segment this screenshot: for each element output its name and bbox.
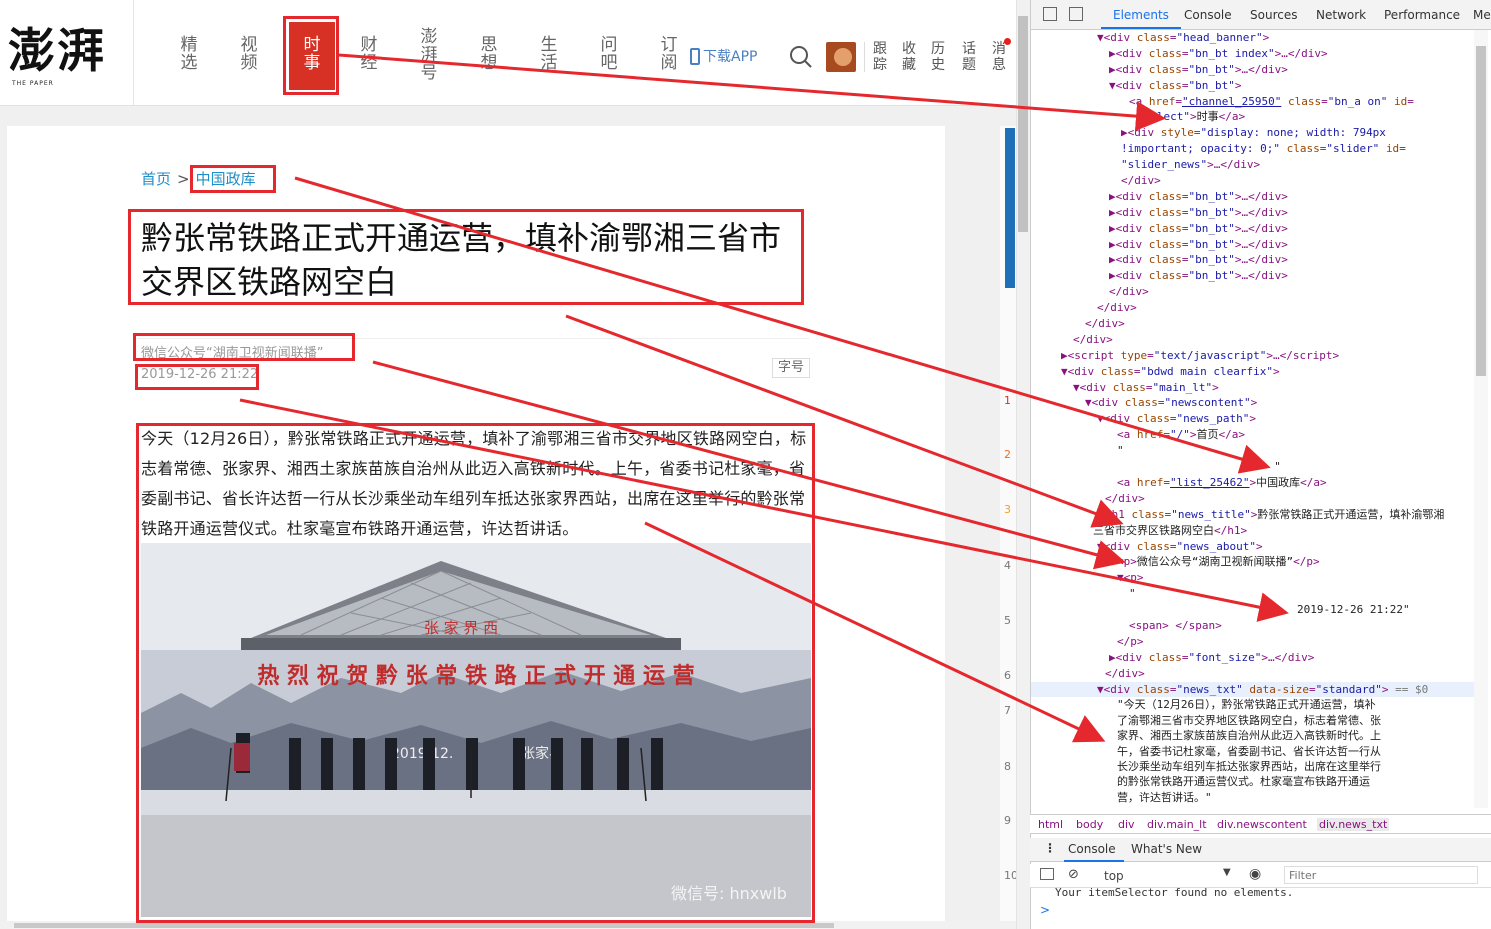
chevron-down-icon[interactable]: ▼ <box>1223 867 1231 878</box>
site-logo[interactable]: 澎湃 THE PAPER <box>8 26 116 88</box>
rank-number: 3 <box>1004 503 1011 516</box>
tab-more[interactable]: Me <box>1473 8 1491 22</box>
breadcrumb-channel[interactable]: 中国政库 <box>196 170 256 188</box>
article-body: 今天（12月26日），黔张常铁路正式开通运营，填补了渝鄂湘三省市交界地区铁路网空… <box>141 429 807 538</box>
tab-performance[interactable]: Performance <box>1384 8 1460 22</box>
crumb-newscontent[interactable]: div.newscontent <box>1217 818 1307 831</box>
rank-number: 5 <box>1004 614 1011 627</box>
crumb-main-lt[interactable]: div.main_lt <box>1147 818 1207 831</box>
tab-elements[interactable]: Elements <box>1113 8 1169 22</box>
nav-item-wenba[interactable]: 问吧 <box>598 36 620 72</box>
download-app-label: 下载APP <box>703 49 758 65</box>
kebab-menu-icon[interactable]: ⋮ <box>1044 841 1056 855</box>
download-app-link[interactable]: 下载APP <box>690 46 757 66</box>
devtools-scroll-thumb[interactable] <box>1476 46 1486 376</box>
rank-number: 7 <box>1004 704 1011 717</box>
console-toolbar: ⊘ top ▼ ◉ <box>1030 864 1491 888</box>
drawer-tab-console[interactable]: Console <box>1068 842 1116 856</box>
notification-dot <box>1004 38 1011 45</box>
font-size-button[interactable]: 字号 <box>772 358 810 378</box>
console-message: Your itemSelector found no elements. <box>1055 886 1294 899</box>
logo-subtext: THE PAPER <box>12 80 54 87</box>
nav-item-shipin[interactable]: 视频 <box>238 36 260 72</box>
active-tab-indicator <box>1101 27 1181 29</box>
article-photo: 张 家 界 西 热 烈 祝 贺 黔 张 常 铁 路 正 式 开 通 运 营 20… <box>141 543 811 917</box>
logo-text: 澎湃 <box>8 24 106 79</box>
logo-divider <box>133 0 134 106</box>
rank-number: 9 <box>1004 814 1011 827</box>
article-date: 2019-12-26 21:22 <box>141 367 259 382</box>
browser-page: 澎湃 THE PAPER 精选 视频 时事 财经 澎湃号 思想 生活 问吧 订阅… <box>0 0 1016 929</box>
title-divider <box>137 338 809 339</box>
nav-item-jingxuan[interactable]: 精选 <box>178 36 200 72</box>
nav-item-caijing[interactable]: 财经 <box>358 36 380 72</box>
context-select[interactable]: top <box>1104 869 1124 883</box>
side-item-lishi[interactable]: 历史 <box>930 41 946 73</box>
phone-icon <box>690 47 700 65</box>
devtools-panel: Elements Console Sources Network Perform… <box>1030 0 1491 929</box>
nav-item-pengpaihao[interactable]: 澎湃号 <box>418 28 440 82</box>
ceremony-photo: 张 家 界 西 热 烈 祝 贺 黔 张 常 铁 路 正 式 开 通 运 营 20… <box>141 543 811 917</box>
drawer-tab-whats-new[interactable]: What's New <box>1131 842 1202 856</box>
photo-watermark: 微信号: hnxwlb <box>671 884 787 903</box>
clear-console-icon[interactable]: ⊘ <box>1068 867 1079 882</box>
nav-item-shishi[interactable]: 时事 <box>301 36 323 72</box>
device-toggle-icon[interactable] <box>1069 7 1083 21</box>
crumb-div[interactable]: div <box>1118 818 1135 831</box>
side-item-huati[interactable]: 话题 <box>961 41 977 73</box>
console-filter-input[interactable] <box>1284 866 1478 884</box>
search-icon[interactable] <box>786 42 816 72</box>
drawer-tab-indicator <box>1064 860 1124 862</box>
breadcrumb-home[interactable]: 首页 <box>141 170 171 188</box>
rank-number: 4 <box>1004 559 1011 572</box>
sidebar-toggle-icon[interactable] <box>1040 868 1054 880</box>
crumb-body[interactable]: body <box>1076 818 1103 831</box>
user-avatar[interactable] <box>826 42 856 72</box>
horizontal-scroll-thumb[interactable] <box>14 923 834 928</box>
site-header: 澎湃 THE PAPER 精选 视频 时事 财经 澎湃号 思想 生活 问吧 订阅… <box>0 0 1016 106</box>
devtools-tab-bar: Elements Console Sources Network Perform… <box>1031 0 1491 30</box>
nav-item-shenghuo[interactable]: 生活 <box>538 36 560 72</box>
side-item-shoucang[interactable]: 收藏 <box>901 41 917 73</box>
rank-number: 2 <box>1004 448 1011 461</box>
article-title: 黔张常铁路正式开通运营，填补渝鄂湘三省市交界区铁路网空白 <box>141 219 782 301</box>
rank-number: 10 <box>1004 869 1016 882</box>
page-scroll-thumb[interactable] <box>1018 16 1028 232</box>
side-divider <box>864 42 865 72</box>
side-blue-bar <box>1005 128 1015 288</box>
nav-item-dingyue[interactable]: 订阅 <box>658 36 680 72</box>
tab-sources[interactable]: Sources <box>1250 8 1297 22</box>
photo-station-sign: 张 家 界 西 <box>424 619 498 637</box>
tab-console[interactable]: Console <box>1184 8 1232 22</box>
breadcrumb: 首页 > 中国政库 <box>141 168 256 189</box>
crumb-html[interactable]: html <box>1038 818 1063 831</box>
crumb-news-txt[interactable]: div.news_txt <box>1317 818 1390 831</box>
side-item-genzong[interactable]: 跟踪 <box>872 41 888 73</box>
inspect-icon[interactable] <box>1043 7 1057 21</box>
devtools-breadcrumbs: html body div div.main_lt div.newsconten… <box>1030 814 1491 834</box>
rank-number: 6 <box>1004 669 1011 682</box>
breadcrumb-separator: > <box>177 170 190 188</box>
console-prompt[interactable]: > <box>1040 903 1050 917</box>
nav-item-sixiang[interactable]: 思想 <box>478 36 500 72</box>
photo-banner: 热 烈 祝 贺 黔 张 常 铁 路 正 式 开 通 运 营 <box>257 663 694 689</box>
console-drawer-tabs: ⋮ Console What's New <box>1030 838 1491 862</box>
dom-tree[interactable]: ▼<div class="head_banner"> ▶<div class="… <box>1031 30 1475 808</box>
photo-date-text: 2019.12. <box>391 746 453 762</box>
eye-icon[interactable]: ◉ <box>1249 866 1261 882</box>
tab-network[interactable]: Network <box>1316 8 1366 22</box>
rank-number: 1 <box>1004 394 1011 407</box>
side-item-xiaoxi[interactable]: 消息 <box>991 41 1007 73</box>
rank-number: 8 <box>1004 760 1011 773</box>
article-source: 微信公众号“湖南卫视新闻联播” <box>141 346 324 361</box>
